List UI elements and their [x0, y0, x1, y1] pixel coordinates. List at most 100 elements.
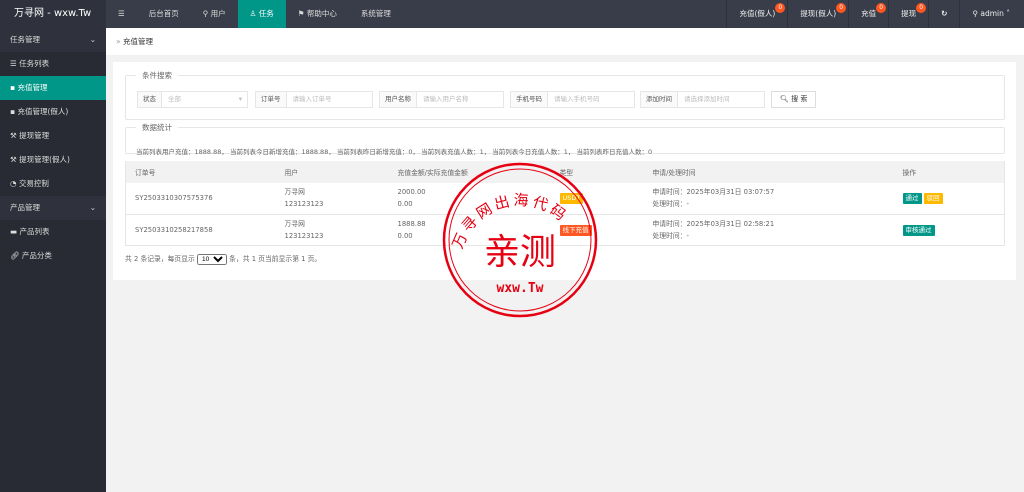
- breadcrumb-current: 充值管理: [122, 37, 153, 46]
- withdraw-link[interactable]: 提现 0: [888, 0, 928, 28]
- status-select[interactable]: 状态 全部 ▾: [137, 91, 248, 108]
- sidebar-item-product-category[interactable]: 🔗︎ 产品分类: [0, 244, 106, 268]
- sidebar-item-recharge-fake[interactable]: ▪ 充值管理(假人): [0, 100, 106, 124]
- type-cell: USDT: [550, 183, 644, 215]
- type-badge: 线下充值: [559, 224, 592, 236]
- top-bar: 万寻网 - wxw.Tw ☰ 后台首页 ⚲ 用户 ♙ 任务 ⚑ 帮助中心 系统管…: [0, 0, 1024, 28]
- label: 用户名称: [380, 92, 417, 107]
- stamp-bottom-text: wxw.Tw: [497, 281, 544, 296]
- label: 订单号: [256, 92, 287, 107]
- approve-button[interactable]: 通过: [902, 193, 922, 205]
- date-input[interactable]: 添加时间 请选择添加时间: [640, 91, 765, 108]
- label: 交易控制: [18, 179, 49, 188]
- sidebar-item-trade-control[interactable]: ◔ 交易控制: [0, 172, 106, 196]
- order-input[interactable]: 订单号 请输入订单号: [255, 91, 373, 108]
- recharge-fake-link[interactable]: 充值(假人) 0: [726, 0, 787, 28]
- label: 提现管理: [19, 131, 50, 140]
- header-actions: 操作: [893, 161, 1005, 183]
- user-phone: 123123123: [284, 231, 324, 240]
- user-name: 万寻网: [284, 219, 305, 228]
- placeholder: 请输入用户名称: [423, 95, 469, 103]
- pagination: 共 2 条记录，每页显示 10 条，共 1 页当前显示第 1 页。: [125, 253, 321, 265]
- withdraw-fake-link[interactable]: 提现(假人) 0: [787, 0, 848, 28]
- menu-toggle-icon[interactable]: ☰: [106, 0, 137, 28]
- caret-down-icon: ▾: [238, 95, 242, 103]
- header-order: 订单号: [125, 161, 276, 183]
- nav-users[interactable]: ⚲ 用户: [191, 0, 238, 28]
- label: 提现(假人): [800, 9, 837, 18]
- time-cell: 申请时间：2025年03月31日 02:58:21 处理时间：-: [643, 214, 894, 246]
- sidebar-item-recharge[interactable]: ▪ 充值管理: [0, 76, 106, 100]
- label: 充值: [861, 9, 877, 18]
- amount: 2000.00: [397, 188, 426, 197]
- pagination-suffix: 条，共 1 页当前显示第 1 页。: [229, 255, 322, 263]
- nav-tasks[interactable]: ♙ 任务: [237, 0, 286, 28]
- label: 提现管理(假人): [19, 155, 70, 164]
- nav-home[interactable]: 后台首页: [137, 0, 191, 28]
- user-cell: 万寻网 123123123: [275, 183, 389, 215]
- search-icon: 🔍︎: [780, 95, 789, 103]
- label: 任务列表: [19, 59, 50, 68]
- user-cell: 万寻网 123123123: [275, 214, 389, 246]
- sidebar-item-withdraw[interactable]: ⚒ 提现管理: [0, 124, 106, 148]
- chevron-down-icon: ⌄: [89, 35, 96, 44]
- type-cell: 线下充值: [550, 214, 644, 246]
- nav-help[interactable]: ⚑ 帮助中心: [286, 0, 349, 28]
- label: 手机号码: [511, 92, 548, 107]
- chevron-down-icon: ⌄: [89, 203, 96, 212]
- sidebar-item-product-list[interactable]: ▬ 产品列表: [0, 220, 106, 244]
- actual-amount: 0.00: [397, 200, 413, 209]
- order-id: SY2503310258217858: [125, 214, 276, 246]
- amount-cell: 2000.00 0.00: [388, 183, 551, 215]
- actual-amount: 0.00: [397, 231, 413, 240]
- value: 全部: [168, 95, 181, 103]
- sidebar-group-tasks[interactable]: 任务管理 ⌄: [0, 28, 106, 52]
- user-name: 万寻网: [284, 188, 305, 197]
- label: 状态: [138, 92, 162, 107]
- header-amount: 充值金额/实际充值金额: [388, 161, 551, 183]
- label: 搜 索: [791, 95, 808, 103]
- group-label: 任务管理: [10, 35, 40, 44]
- nav-help-label: 帮助中心: [306, 9, 337, 18]
- recharge-link[interactable]: 充值 0: [848, 0, 888, 28]
- phone-input[interactable]: 手机号码 请输入手机号码: [510, 91, 635, 108]
- stats-panel: 数据统计 当前列表用户充值：1888.88， 当前列表今日新增充值：1888.8…: [125, 122, 1005, 156]
- sidebar-group-products[interactable]: 产品管理 ⌄: [0, 196, 106, 220]
- count-badge: 0: [836, 3, 847, 13]
- label: 提现: [901, 9, 917, 18]
- recharge-table: 订单号 用户 充值金额/实际充值金额 类型 申请/处理时间 操作 SY25033…: [125, 161, 1005, 246]
- refresh-icon[interactable]: ↻: [928, 0, 959, 28]
- approved-button[interactable]: 审核通过: [902, 224, 935, 236]
- username-input[interactable]: 用户名称 请输入用户名称: [379, 91, 504, 108]
- search-button[interactable]: 🔍︎ 搜 索: [771, 91, 817, 108]
- sidebar-item-task-list[interactable]: ☰ 任务列表: [0, 52, 106, 76]
- nav-tasks-label: 任务: [258, 9, 274, 18]
- user-menu[interactable]: ⚲ admin ˄: [959, 0, 1024, 28]
- label: 充值管理: [17, 83, 48, 92]
- label: 产品分类: [21, 251, 52, 260]
- stats-legend: 数据统计: [142, 123, 172, 132]
- user-phone: 123123123: [284, 200, 324, 209]
- content-card: 条件搜索 状态 全部 ▾ 订单号 请输入订单号 用户名称 请输入用户名称 手机号码 请输入…: [113, 62, 1016, 280]
- count-badge: 0: [916, 3, 927, 13]
- sidebar-item-withdraw-fake[interactable]: ⚒ 提现管理(假人): [0, 148, 106, 172]
- nav-system[interactable]: 系统管理: [349, 0, 403, 28]
- count-badge: 0: [775, 3, 786, 13]
- breadcrumb: » 充值管理: [106, 28, 1024, 55]
- table-row: SY2503310258217858 万寻网 123123123 1888.88 0…: [125, 214, 1005, 246]
- group-label: 产品管理: [10, 203, 40, 212]
- amount: 1888.88: [397, 219, 426, 228]
- page-size-select[interactable]: 10: [197, 254, 227, 265]
- actions-cell: 通过 驳回: [893, 183, 1005, 215]
- logo[interactable]: 万寻网 - wxw.Tw: [0, 0, 106, 28]
- time-cell: 申请时间：2025年03月31日 03:07:57 处理时间：-: [643, 183, 894, 215]
- placeholder: 请选择添加时间: [684, 95, 730, 103]
- apply-time: 申请时间：2025年03月31日 02:58:21: [652, 219, 775, 228]
- header-user: 用户: [275, 161, 389, 183]
- order-id: SY2503310307575376: [125, 183, 276, 215]
- reject-button[interactable]: 驳回: [923, 193, 943, 205]
- placeholder: 请输入手机号码: [554, 95, 600, 103]
- label: 充值(假人): [739, 9, 776, 18]
- label: 产品列表: [19, 227, 50, 236]
- process-time: 处理时间：-: [652, 231, 689, 240]
